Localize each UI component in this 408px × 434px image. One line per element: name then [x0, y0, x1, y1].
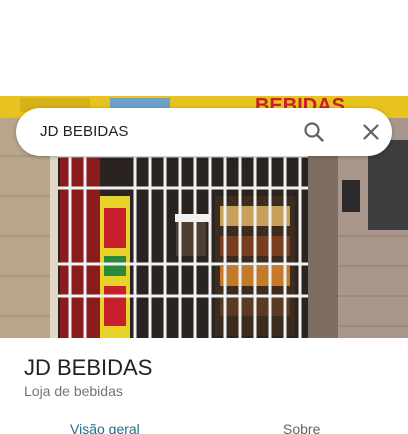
map-top-area — [0, 0, 408, 96]
place-title: JD BEBIDAS — [24, 355, 153, 380]
search-input[interactable]: JD BEBIDAS — [40, 108, 129, 156]
tab-about[interactable]: Sobre — [283, 420, 320, 434]
tab-overview[interactable]: Visão geral — [70, 420, 140, 434]
close-icon[interactable] — [359, 120, 383, 144]
place-category: Loja de bebidas — [24, 383, 123, 399]
search-icon[interactable] — [302, 120, 326, 144]
search-box[interactable]: JD BEBIDAS — [16, 108, 392, 156]
